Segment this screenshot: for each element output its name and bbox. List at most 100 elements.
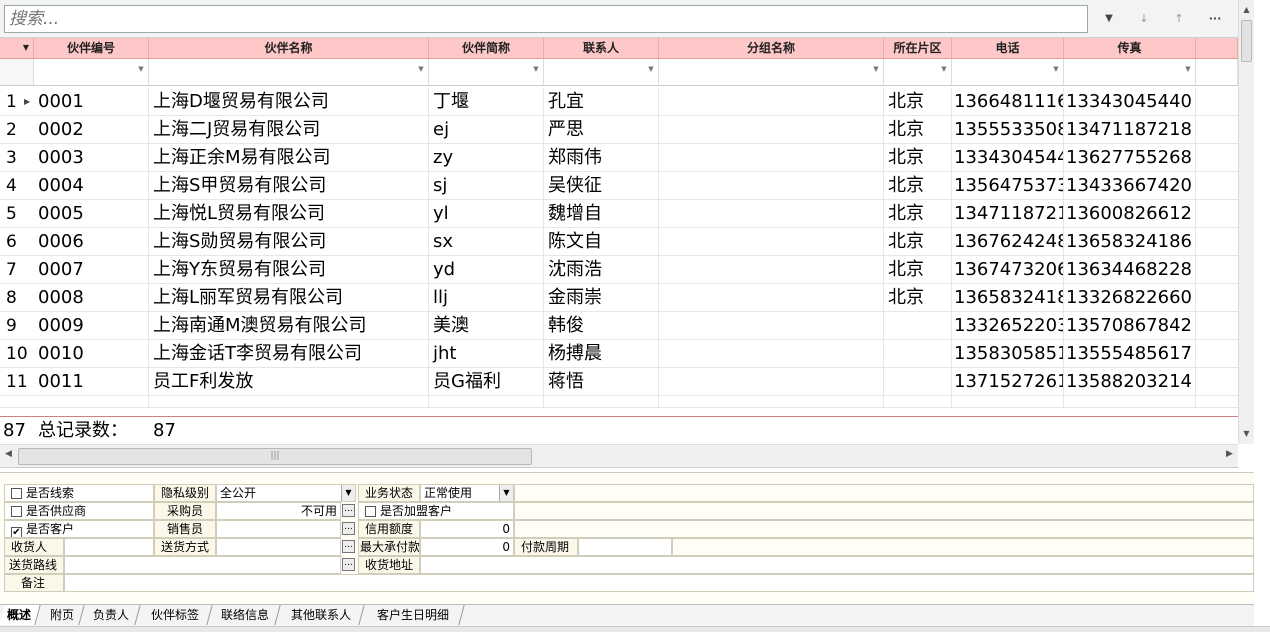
cell-code[interactable]: 0008 xyxy=(34,284,149,312)
filter-dropdown-icon[interactable]: ▼ xyxy=(1051,64,1061,74)
cell-name[interactable]: 上海D堰贸易有限公司 xyxy=(149,88,429,116)
table-row[interactable]: 6 0006上海S勋贸易有限公司sx陈文自 北京136762424871365832… xyxy=(0,228,1238,256)
cell-group[interactable] xyxy=(659,88,884,116)
cell-code[interactable]: 0010 xyxy=(34,340,149,368)
cell-group[interactable] xyxy=(659,312,884,340)
credit-input[interactable]: 0 xyxy=(420,520,514,538)
is-customer-checkbox[interactable]: ✔ xyxy=(11,527,22,537)
cell-area[interactable] xyxy=(884,312,952,340)
cell-fax[interactable]: 13471187218 xyxy=(1064,116,1196,144)
table-row[interactable]: 1▶0001上海D堰贸易有限公司丁堰孔宜北京136648111671334304… xyxy=(0,88,1238,116)
cell-name[interactable]: 上海二J贸易有限公司 xyxy=(149,116,429,144)
cell-contact[interactable]: 吴侠征 xyxy=(544,172,659,200)
cell-short-name[interactable]: 员G福利 xyxy=(429,368,544,396)
cell-code[interactable]: 0007 xyxy=(34,256,149,284)
cell-phone[interactable]: 13555335083 xyxy=(952,116,1064,144)
cell-area[interactable]: 北京 xyxy=(884,200,952,228)
filter-dropdown-icon[interactable]: ▼ xyxy=(939,64,949,74)
cell-short-name[interactable]: yl xyxy=(429,200,544,228)
cell-name[interactable]: 上海Y东贸易有限公司 xyxy=(149,256,429,284)
cell-contact[interactable]: 郑雨伟 xyxy=(544,144,659,172)
is-supplier-checkbox[interactable] xyxy=(11,506,22,517)
cell-short-name[interactable]: llj xyxy=(429,284,544,312)
filter-icon[interactable]: ▼ xyxy=(1096,9,1122,29)
cell-phone[interactable]: 13715272614 xyxy=(952,368,1064,396)
privacy-select[interactable]: 全公开 ▼ xyxy=(216,484,356,502)
buyer-ellipsis-button[interactable]: ... xyxy=(342,504,355,517)
column-header-code[interactable]: 伙伴编号 xyxy=(34,38,149,59)
table-row[interactable]: 4 0004上海S甲贸易有限公司sj吴侠征 北京135647537301343366… xyxy=(0,172,1238,200)
ship-method-input[interactable] xyxy=(216,538,341,556)
cell-code[interactable]: 0002 xyxy=(34,116,149,144)
cell-fax[interactable]: 13634468228 xyxy=(1064,256,1196,284)
filter-dropdown-icon[interactable]: ▼ xyxy=(531,64,541,74)
cell-fax[interactable]: 13600826612 xyxy=(1064,200,1196,228)
cell-code[interactable]: 0001 xyxy=(34,88,149,116)
cell-phone[interactable]: 13658324186 xyxy=(952,284,1064,312)
column-header-fax[interactable]: 传真 xyxy=(1064,38,1196,59)
cell-contact[interactable]: 沈雨浩 xyxy=(544,256,659,284)
table-row[interactable]: 2 0002上海二J贸易有限公司ej严思 北京1355533508313471187… xyxy=(0,116,1238,144)
cell-phone[interactable]: 13471187215 xyxy=(952,200,1064,228)
filter-dropdown-icon[interactable]: ▼ xyxy=(416,64,426,74)
table-row[interactable]: 7 0007上海Y东贸易有限公司yd沈雨浩 北京136747320651363446… xyxy=(0,256,1238,284)
cell-group[interactable] xyxy=(659,116,884,144)
cell-name[interactable]: 上海S勋贸易有限公司 xyxy=(149,228,429,256)
cell-area[interactable]: 北京 xyxy=(884,172,952,200)
address-input[interactable] xyxy=(420,556,1254,574)
cell-short-name[interactable]: jht xyxy=(429,340,544,368)
cell-code[interactable]: 0003 xyxy=(34,144,149,172)
biz-status-select[interactable]: 正常使用 ▼ xyxy=(420,484,514,502)
cell-area[interactable]: 北京 xyxy=(884,256,952,284)
tab-5[interactable]: 其他联系人 xyxy=(279,605,365,625)
cell-fax[interactable]: 13555485617 xyxy=(1064,340,1196,368)
vertical-scroll-thumb[interactable] xyxy=(1241,20,1252,62)
cell-fax[interactable]: 13433667420 xyxy=(1064,172,1196,200)
cell-contact[interactable]: 孔宜 xyxy=(544,88,659,116)
filter-cell-code[interactable]: ▼ xyxy=(34,59,149,86)
table-row[interactable]: 9 0009上海南通M澳贸易有限公司 美澳韩俊 133265220301357086… xyxy=(0,312,1238,340)
cell-group[interactable] xyxy=(659,200,884,228)
cell-code[interactable]: 0011 xyxy=(34,368,149,396)
cell-group[interactable] xyxy=(659,368,884,396)
cell-contact[interactable]: 杨搏晨 xyxy=(544,340,659,368)
column-header-name[interactable]: 伙伴名称 xyxy=(149,38,429,59)
cell-area[interactable] xyxy=(884,368,952,396)
move-up-icon[interactable]: ↑ xyxy=(1166,9,1192,29)
cell-contact[interactable]: 严思 xyxy=(544,116,659,144)
move-down-icon[interactable]: ↓ xyxy=(1131,9,1157,29)
max-pay-input[interactable]: 0 xyxy=(420,538,514,556)
filter-cell-short-name[interactable]: ▼ xyxy=(429,59,544,86)
cell-short-name[interactable]: 丁堰 xyxy=(429,88,544,116)
cell-area[interactable]: 北京 xyxy=(884,284,952,312)
seller-value[interactable] xyxy=(216,520,341,538)
table-row[interactable]: 11 0011员工F利发放员G福利蒋悟 1371527261413588203214 xyxy=(0,368,1238,396)
cell-area[interactable]: 北京 xyxy=(884,116,952,144)
cell-group[interactable] xyxy=(659,144,884,172)
cell-phone[interactable]: 13343045446 xyxy=(952,144,1064,172)
seller-ellipsis-button[interactable]: ... xyxy=(342,522,355,535)
cell-area[interactable] xyxy=(884,340,952,368)
cell-phone[interactable]: 13664811167 xyxy=(952,88,1064,116)
cell-area[interactable]: 北京 xyxy=(884,228,952,256)
tab-4[interactable]: 联络信息 xyxy=(211,605,281,625)
tab-6[interactable]: 客户生日明细 xyxy=(363,605,465,625)
cell-short-name[interactable]: 美澳 xyxy=(429,312,544,340)
filter-cell-area[interactable]: ▼ xyxy=(884,59,952,86)
cell-short-name[interactable]: sj xyxy=(429,172,544,200)
table-row[interactable]: 5 0005上海悦L贸易有限公司yl魏增自 北京134711872151360082… xyxy=(0,200,1238,228)
search-input[interactable] xyxy=(4,5,1088,33)
is-franchise-checkbox[interactable] xyxy=(365,506,376,517)
cell-fax[interactable]: 13658324186 xyxy=(1064,228,1196,256)
column-header-contact[interactable]: 联系人 xyxy=(544,38,659,59)
route-input[interactable] xyxy=(64,556,341,574)
header-dropdown-icon[interactable]: ▼ xyxy=(23,38,29,58)
cell-fax[interactable]: 13627755268 xyxy=(1064,144,1196,172)
cell-fax[interactable]: 13343045440 xyxy=(1064,88,1196,116)
chevron-down-icon[interactable]: ▼ xyxy=(341,485,355,501)
cell-phone[interactable]: 13583058510 xyxy=(952,340,1064,368)
cell-group[interactable] xyxy=(659,256,884,284)
cell-area[interactable]: 北京 xyxy=(884,144,952,172)
filter-cell-phone[interactable]: ▼ xyxy=(952,59,1064,86)
scroll-left-icon[interactable]: ◀ xyxy=(5,449,12,459)
